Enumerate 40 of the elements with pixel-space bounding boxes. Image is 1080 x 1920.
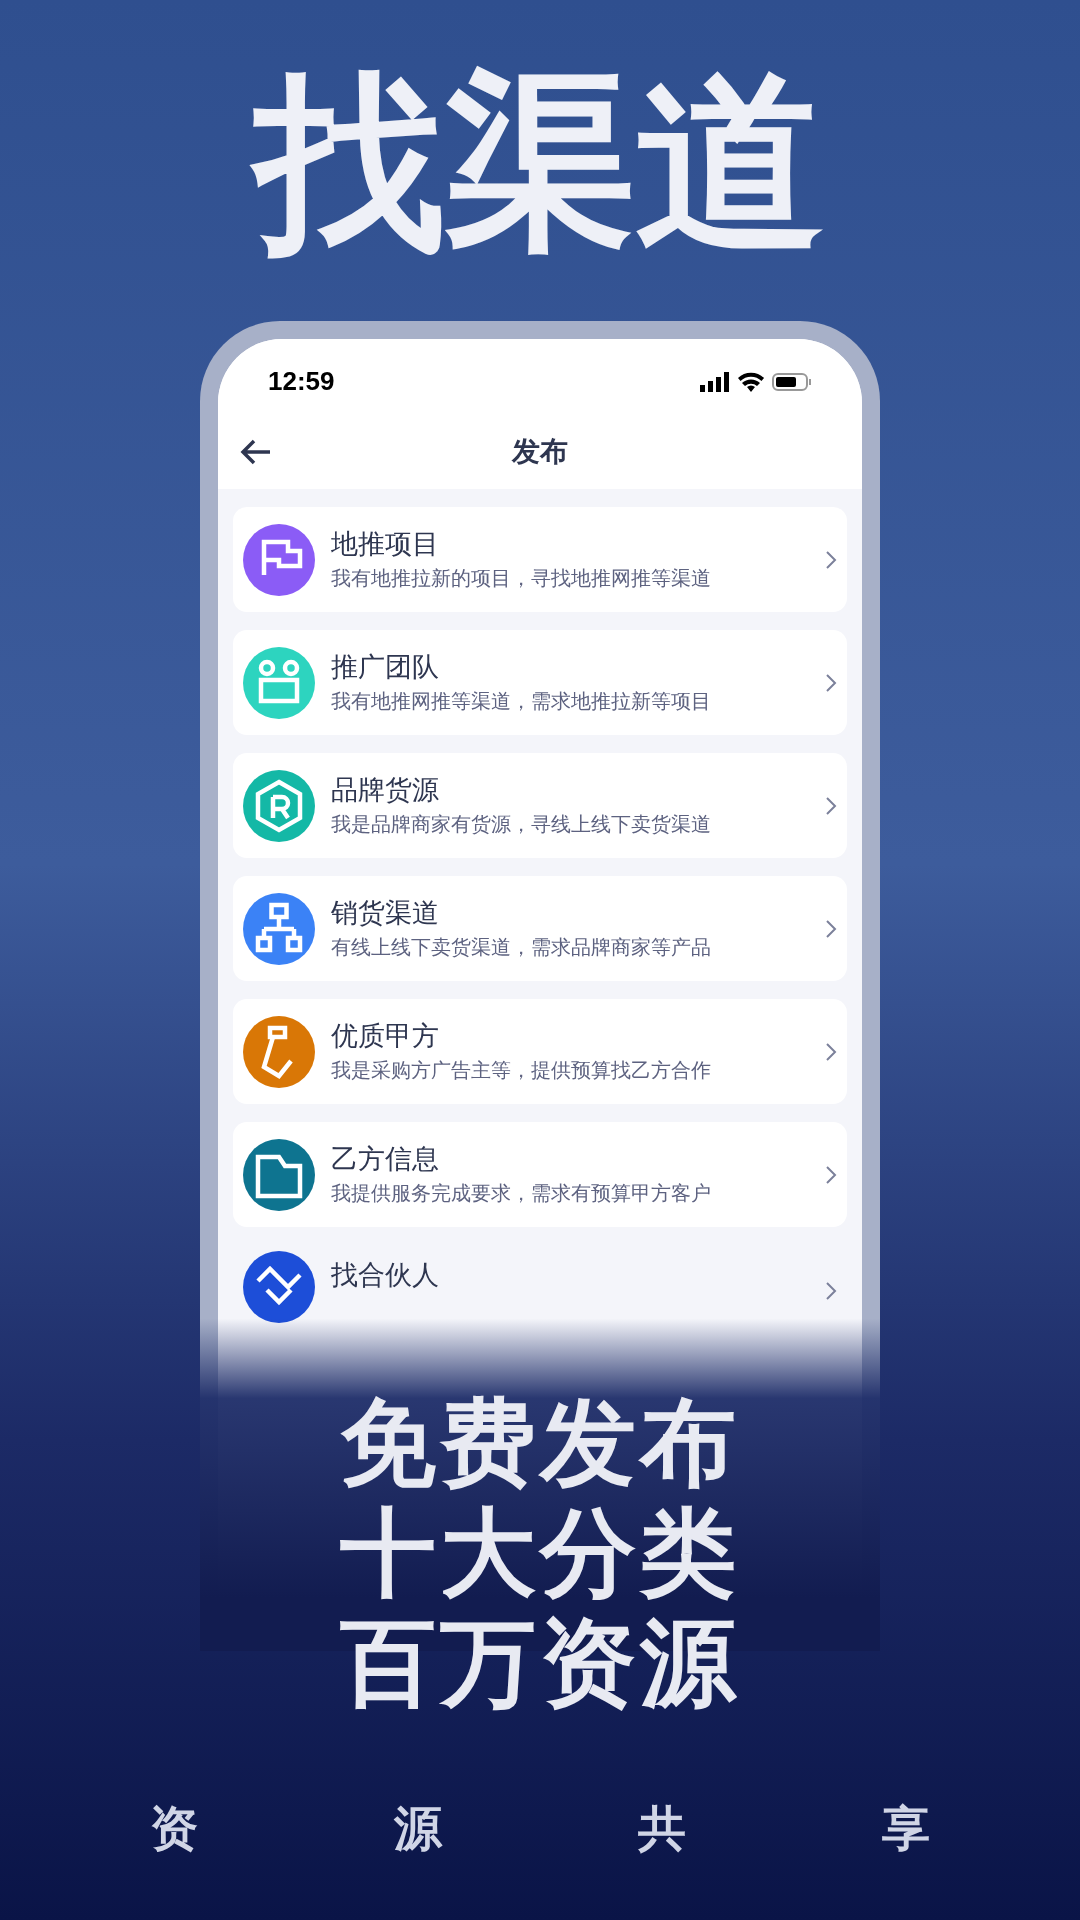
footer-character: 共	[638, 1801, 686, 1857]
back-arrow-icon[interactable]	[240, 437, 272, 466]
category-description: 我有地推拉新的项目，寻找地推网推等渠道	[331, 567, 712, 590]
chevron-icon	[825, 1041, 837, 1062]
category-description: 我是采购方广告主等，提供预算找乙方合作	[331, 1059, 712, 1082]
headline: 找渠道	[239, 20, 841, 306]
category-card[interactable]: 乙方信息 我提供服务完成要求，需求有预算甲方客户	[233, 1122, 847, 1227]
footer-character: 享	[882, 1801, 930, 1857]
category-title: 销货渠道	[331, 898, 440, 929]
footer-character: 资	[150, 1801, 198, 1857]
slogan: 免费发布	[340, 1395, 740, 1491]
chevron-icon	[825, 672, 837, 693]
signal-icon	[700, 371, 730, 392]
page-title: 发布	[512, 434, 568, 469]
category-title: 优质甲方	[331, 1021, 440, 1052]
category-title: 品牌货源	[331, 775, 440, 806]
chevron-icon	[825, 1164, 837, 1185]
category-title: 推广团队	[331, 652, 440, 683]
category-card[interactable]: 品牌货源 我是品牌商家有货源，寻线上线下卖货渠道	[233, 753, 847, 858]
slogan: 百万资源	[340, 1615, 740, 1711]
category-description: 我是品牌商家有货源，寻线上线下卖货渠道	[331, 813, 712, 836]
category-description: 我有地推网推等渠道，需求地推拉新等项目	[331, 690, 712, 713]
chevron-icon	[825, 549, 837, 570]
category-title: 乙方信息	[331, 1144, 440, 1175]
slogan: 十大分类	[340, 1505, 740, 1601]
battery-icon	[772, 371, 812, 392]
category-card[interactable]: 地推项目 我有地推拉新的项目，寻找地推网推等渠道	[233, 507, 847, 612]
chevron-icon	[825, 795, 837, 816]
category-description: 我提供服务完成要求，需求有预算甲方客户	[331, 1182, 712, 1205]
category-title: 找合伙人	[331, 1259, 440, 1291]
category-title: 地推项目	[331, 529, 440, 560]
footer-character: 源	[394, 1801, 442, 1857]
chevron-icon	[825, 918, 837, 939]
category-card[interactable]: 优质甲方 我是采购方广告主等，提供预算找乙方合作	[233, 999, 847, 1104]
wifi-icon	[738, 371, 764, 392]
chevron-icon	[825, 1281, 837, 1301]
category-card[interactable]: 推广团队 我有地推网推等渠道，需求地推拉新等项目	[233, 630, 847, 735]
category-description: 有线上线下卖货渠道，需求品牌商家等产品	[331, 936, 712, 959]
category-card[interactable]: 销货渠道 有线上线下卖货渠道，需求品牌商家等产品	[233, 876, 847, 981]
status-time: 12:59	[268, 365, 335, 398]
